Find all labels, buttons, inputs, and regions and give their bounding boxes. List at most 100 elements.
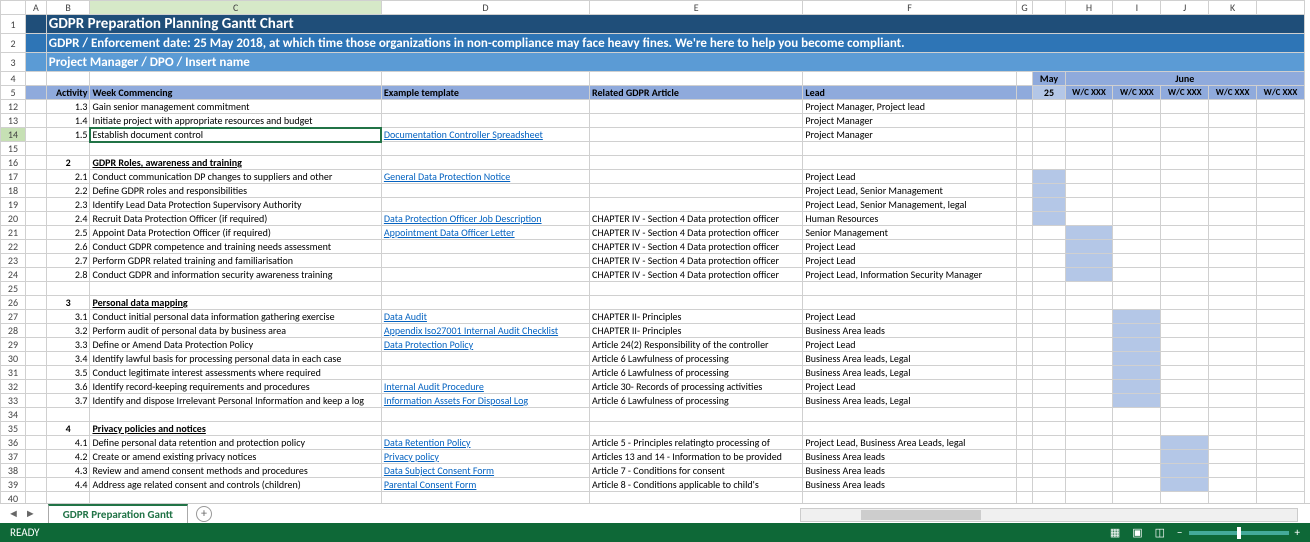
gantt-cell[interactable] bbox=[1065, 338, 1113, 352]
cell[interactable] bbox=[1016, 100, 1033, 114]
cell[interactable] bbox=[25, 114, 46, 128]
gantt-cell[interactable] bbox=[1113, 366, 1161, 380]
gantt-cell[interactable] bbox=[1113, 268, 1161, 282]
article-cell[interactable] bbox=[590, 128, 803, 142]
row-header[interactable]: 4 bbox=[1, 72, 26, 86]
activity-num[interactable]: 2.3 bbox=[46, 198, 90, 212]
gantt-cell[interactable] bbox=[1033, 114, 1065, 128]
lead-cell[interactable]: Project Manager bbox=[803, 128, 1016, 142]
article-cell[interactable]: CHAPTER IV - Section 4 Data protection o… bbox=[590, 212, 803, 226]
row-header[interactable]: 22 bbox=[1, 240, 26, 254]
gantt-cell[interactable] bbox=[1209, 478, 1257, 492]
row-header[interactable]: 24 bbox=[1, 268, 26, 282]
lead-cell[interactable]: Project Lead, Information Security Manag… bbox=[803, 268, 1016, 282]
task-cell[interactable]: Conduct initial personal data informatio… bbox=[90, 310, 381, 324]
gantt-cell[interactable] bbox=[1065, 156, 1113, 170]
task-cell[interactable]: Define GDPR roles and responsibilities bbox=[90, 184, 381, 198]
task-cell[interactable]: Identify record-keeping requirements and… bbox=[90, 380, 381, 394]
cell[interactable] bbox=[1257, 142, 1305, 156]
gantt-cell[interactable] bbox=[1065, 198, 1113, 212]
cell[interactable] bbox=[1065, 408, 1113, 422]
gantt-cell[interactable] bbox=[1113, 450, 1161, 464]
title-2[interactable]: GDPR / Enforcement date: 25 May 2018, at… bbox=[46, 34, 1304, 53]
gantt-cell[interactable] bbox=[1113, 240, 1161, 254]
activity-num[interactable]: 2.6 bbox=[46, 240, 90, 254]
section-num[interactable]: 4 bbox=[46, 422, 90, 436]
gantt-cell[interactable] bbox=[1033, 450, 1065, 464]
article-cell[interactable]: Articles 13 and 14 - Information to be p… bbox=[590, 450, 803, 464]
cell[interactable] bbox=[1016, 142, 1033, 156]
lead-cell[interactable]: Project Lead bbox=[803, 240, 1016, 254]
cell[interactable] bbox=[25, 100, 46, 114]
gantt-cell[interactable] bbox=[1033, 170, 1065, 184]
gantt-cell[interactable] bbox=[1065, 128, 1113, 142]
gantt-cell[interactable] bbox=[1161, 254, 1209, 268]
article-cell[interactable]: Article 30- Records of processing activi… bbox=[590, 380, 803, 394]
cell[interactable] bbox=[803, 492, 1016, 504]
gantt-cell[interactable] bbox=[1113, 170, 1161, 184]
task-cell[interactable]: Recruit Data Protection Officer (if requ… bbox=[90, 212, 381, 226]
cell[interactable] bbox=[25, 380, 46, 394]
gantt-cell[interactable] bbox=[1033, 254, 1065, 268]
gantt-cell[interactable] bbox=[1113, 296, 1161, 310]
cell[interactable] bbox=[25, 170, 46, 184]
month-may[interactable]: May bbox=[1033, 72, 1065, 86]
col-A[interactable]: A bbox=[25, 1, 46, 15]
hdr-template[interactable]: Example template bbox=[381, 86, 589, 100]
gantt-cell[interactable] bbox=[1161, 366, 1209, 380]
cell[interactable] bbox=[1161, 492, 1209, 504]
gantt-cell[interactable] bbox=[1257, 324, 1305, 338]
gantt-cell[interactable] bbox=[1033, 478, 1065, 492]
cell[interactable] bbox=[1161, 142, 1209, 156]
gantt-cell[interactable] bbox=[1257, 310, 1305, 324]
cell[interactable] bbox=[1016, 240, 1033, 254]
gantt-cell[interactable] bbox=[1161, 436, 1209, 450]
task-cell[interactable]: Conduct communication DP changes to supp… bbox=[90, 170, 381, 184]
gantt-cell[interactable] bbox=[1065, 478, 1113, 492]
row-header[interactable]: 15 bbox=[1, 142, 26, 156]
col-E[interactable]: E bbox=[590, 1, 803, 15]
gantt-cell[interactable] bbox=[1033, 100, 1065, 114]
hdr-wc[interactable]: W/C XXX bbox=[1065, 86, 1113, 100]
gantt-cell[interactable] bbox=[1065, 380, 1113, 394]
gantt-cell[interactable] bbox=[1209, 296, 1257, 310]
cell[interactable] bbox=[25, 15, 46, 34]
sheet-tab-active[interactable]: GDPR Preparation Gantt bbox=[48, 504, 188, 523]
lead-cell[interactable]: Business Area leads bbox=[803, 464, 1016, 478]
cell[interactable] bbox=[590, 408, 803, 422]
gantt-cell[interactable] bbox=[1033, 310, 1065, 324]
gantt-cell[interactable] bbox=[1257, 226, 1305, 240]
article-cell[interactable]: CHAPTER II- Principles bbox=[590, 310, 803, 324]
gantt-cell[interactable] bbox=[1033, 352, 1065, 366]
cell[interactable] bbox=[90, 142, 381, 156]
row-header[interactable]: 40 bbox=[1, 492, 26, 504]
cell[interactable] bbox=[381, 282, 589, 296]
activity-num[interactable]: 3.2 bbox=[46, 324, 90, 338]
task-cell[interactable]: Identify and dispose Irrelevant Personal… bbox=[90, 394, 381, 408]
gantt-cell[interactable] bbox=[1065, 170, 1113, 184]
gantt-cell[interactable] bbox=[1065, 212, 1113, 226]
article-cell[interactable]: Article 5 - Principles relatingto proces… bbox=[590, 436, 803, 450]
lead-cell[interactable]: Business Area leads bbox=[803, 478, 1016, 492]
hdr-lead[interactable]: Lead bbox=[803, 86, 1016, 100]
gantt-cell[interactable] bbox=[1257, 170, 1305, 184]
activity-num[interactable]: 2.7 bbox=[46, 254, 90, 268]
row-header[interactable]: 30 bbox=[1, 352, 26, 366]
section-num[interactable]: 2 bbox=[46, 156, 90, 170]
activity-num[interactable]: 3.7 bbox=[46, 394, 90, 408]
cell[interactable] bbox=[1257, 282, 1305, 296]
activity-num[interactable]: 1.3 bbox=[46, 100, 90, 114]
gantt-cell[interactable] bbox=[1065, 240, 1113, 254]
cell[interactable] bbox=[1113, 408, 1161, 422]
cell[interactable] bbox=[1033, 408, 1065, 422]
article-cell[interactable]: Article 6 Lawfulness of processing bbox=[590, 352, 803, 366]
activity-num[interactable]: 3.1 bbox=[46, 310, 90, 324]
activity-num[interactable]: 4.3 bbox=[46, 464, 90, 478]
gantt-cell[interactable] bbox=[1209, 324, 1257, 338]
template-link[interactable] bbox=[381, 100, 589, 114]
task-cell[interactable]: Conduct GDPR and information security aw… bbox=[90, 268, 381, 282]
cell[interactable] bbox=[25, 296, 46, 310]
gantt-cell[interactable] bbox=[1209, 352, 1257, 366]
cell[interactable] bbox=[1016, 492, 1033, 504]
gantt-cell[interactable] bbox=[1113, 394, 1161, 408]
